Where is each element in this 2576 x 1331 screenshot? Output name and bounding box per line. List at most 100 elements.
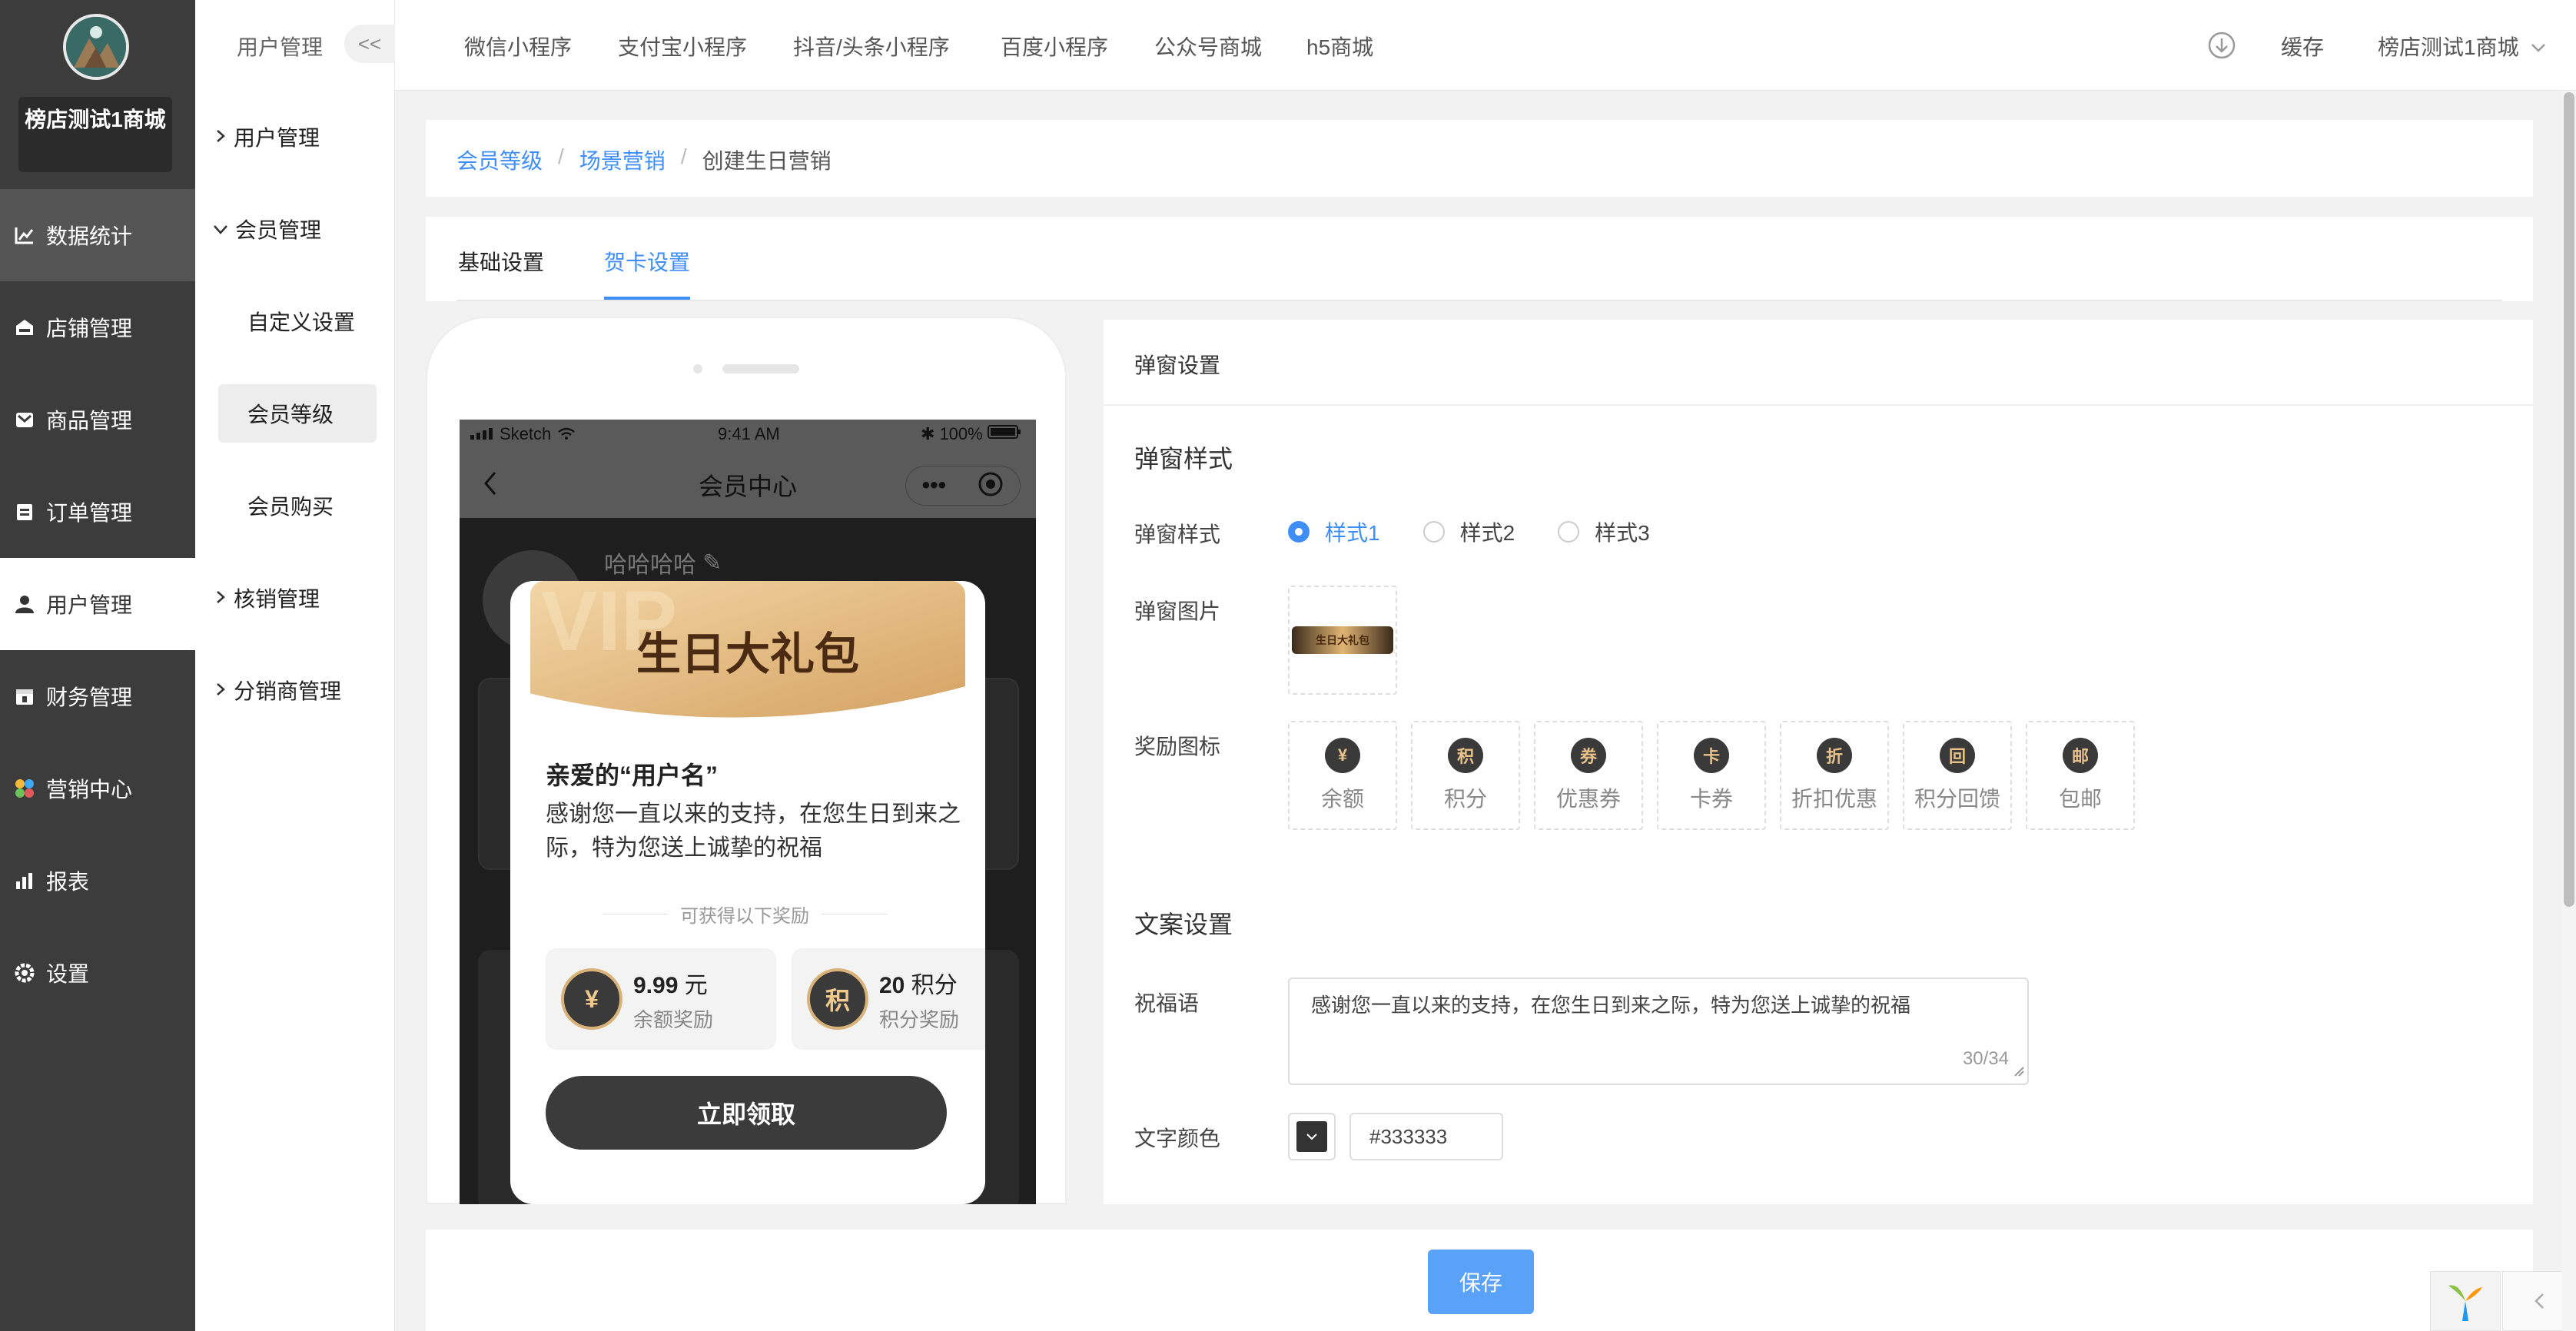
nav-finance[interactable]: 财务管理 bbox=[0, 650, 195, 742]
chevron-down-icon bbox=[2530, 34, 2547, 58]
nav-label: 商品管理 bbox=[46, 409, 133, 433]
subnav-group-member[interactable]: 会员管理 bbox=[212, 214, 321, 244]
color-picker[interactable] bbox=[1288, 1113, 1336, 1160]
tab-alipay[interactable]: 支付宝小程序 bbox=[618, 31, 747, 61]
shop-name[interactable]: 榜店测试1商城 bbox=[18, 97, 172, 172]
capsule-menu[interactable]: ••• bbox=[905, 466, 1021, 506]
nav-data-statistics[interactable]: 数据统计 bbox=[0, 189, 195, 281]
color-hex-input[interactable]: #333333 bbox=[1349, 1113, 1503, 1160]
radio-style-2[interactable]: 样式2 bbox=[1422, 516, 1515, 547]
tab-basic-settings[interactable]: 基础设置 bbox=[458, 246, 544, 277]
tab-baidu[interactable]: 百度小程序 bbox=[1001, 31, 1108, 61]
subnav-item-custom[interactable]: 自定义设置 bbox=[247, 306, 355, 337]
sub-sidebar: 用户管理 << 用户管理 会员管理 自定义设置 会员等级 会员购买 核销管理 分… bbox=[195, 0, 395, 1331]
claim-button[interactable]: 立即领取 bbox=[546, 1076, 947, 1150]
reward-icon-points[interactable]: 积积分 bbox=[1411, 721, 1520, 830]
nav-settings[interactable]: 设置 bbox=[0, 927, 195, 1019]
sub-sidebar-title: 用户管理 bbox=[237, 35, 324, 59]
popup-banner-title: 生日大礼包 bbox=[636, 629, 859, 679]
store-dropdown[interactable]: 榜店测试1商城 bbox=[2378, 31, 2547, 61]
cache-button[interactable]: 缓存 bbox=[2281, 31, 2324, 61]
phone-speaker bbox=[722, 364, 799, 373]
blessing-textarea[interactable]: 感谢您一直以来的支持，在您生日到来之际，特为您送上诚挚的祝福 30/34 bbox=[1288, 978, 2029, 1085]
popup-image-thumbnail: 生日大礼包 bbox=[1292, 626, 1393, 654]
subnav-group-user[interactable]: 用户管理 bbox=[215, 121, 320, 152]
tab-card-settings[interactable]: 贺卡设置 bbox=[604, 246, 690, 277]
phone-camera bbox=[693, 364, 702, 373]
radio-style-1[interactable]: 样式1 bbox=[1288, 516, 1380, 547]
chevron-right-icon bbox=[215, 586, 226, 610]
nav-store[interactable]: 店铺管理 bbox=[0, 281, 195, 373]
reward-icon-free-shipping[interactable]: 邮包邮 bbox=[2026, 721, 2135, 830]
popup-image-upload[interactable]: 生日大礼包 bbox=[1288, 586, 1397, 695]
subnav-group-verify[interactable]: 核销管理 bbox=[215, 583, 320, 613]
panel-header: 弹窗设置 bbox=[1134, 353, 1221, 377]
reward-card: ¥ 9.99 元 余额奖励 bbox=[546, 948, 776, 1050]
reward-icon-coupon[interactable]: 券优惠券 bbox=[1534, 721, 1643, 830]
subnav-group-distributor[interactable]: 分销商管理 bbox=[215, 675, 341, 705]
radio-unchecked-icon bbox=[1558, 521, 1580, 543]
scrollbar-thumb[interactable] bbox=[2564, 92, 2574, 907]
popup-divider: 可获得以下奖励 bbox=[603, 901, 887, 928]
blessing-label: 祝福语 bbox=[1134, 991, 1200, 1015]
breadcrumb-separator: / bbox=[558, 144, 564, 168]
tab-douyin[interactable]: 抖音/头条小程序 bbox=[793, 31, 950, 61]
breadcrumb: 会员等级 / 场景营销 / 创建生日营销 bbox=[426, 120, 2533, 197]
nav-marketing[interactable]: 营销中心 bbox=[0, 742, 195, 835]
finance-icon bbox=[14, 685, 35, 707]
status-time: 9:41 AM bbox=[718, 424, 780, 443]
phone-screen: Sketch 9:41 AM ✱ 100% 会员中心 ••• 哈哈哈哈 ✎ VI… bbox=[460, 420, 1036, 1204]
money-bag-icon: ¥ bbox=[561, 968, 622, 1030]
style-label: 弹窗样式 bbox=[1134, 523, 1221, 546]
settings-panel: 弹窗设置 弹窗样式 弹窗样式 样式1 样式2 样式3 弹窗图片 生日大礼包 奖励… bbox=[1104, 320, 2533, 1204]
top-bar: 微信小程序 支付宝小程序 抖音/头条小程序 百度小程序 公众号商城 h5商城 缓… bbox=[395, 0, 2576, 91]
popup-message: 感谢您一直以来的支持，在您生日到来之际，特为您送上诚挚的祝福 bbox=[546, 802, 961, 861]
nav-goods[interactable]: 商品管理 bbox=[0, 373, 195, 466]
nav-label: 报表 bbox=[46, 870, 90, 894]
nav-report[interactable]: 报表 bbox=[0, 835, 195, 927]
chevron-down-icon bbox=[1306, 1134, 1317, 1140]
marketing-icon bbox=[14, 778, 35, 799]
subnav-item-member-purchase[interactable]: 会员购买 bbox=[247, 490, 334, 521]
image-label: 弹窗图片 bbox=[1134, 599, 1221, 623]
bluetooth-icon: ✱ bbox=[921, 424, 935, 443]
style-radio-group: 样式1 样式2 样式3 bbox=[1288, 516, 1650, 547]
page-tabs: 基础设置 贺卡设置 bbox=[426, 217, 2533, 301]
resize-handle-icon[interactable] bbox=[2013, 1058, 2024, 1082]
yii-logo-icon[interactable] bbox=[2430, 1271, 2501, 1331]
tab-wechat[interactable]: 微信小程序 bbox=[464, 31, 572, 61]
target-icon bbox=[978, 471, 1004, 501]
store-icon bbox=[14, 317, 35, 338]
settings-icon bbox=[14, 962, 35, 984]
chart-icon bbox=[14, 224, 35, 246]
tab-official-account[interactable]: 公众号商城 bbox=[1154, 31, 1262, 61]
popup-greeting: 亲爱的“用户名” bbox=[546, 762, 719, 789]
discount-icon: 折 bbox=[1817, 738, 1852, 773]
chevron-right-icon bbox=[215, 124, 226, 149]
panel-divider bbox=[1104, 404, 2533, 406]
download-icon[interactable] bbox=[2207, 31, 2236, 64]
reward-icon-balance[interactable]: ¥ 余额 bbox=[1288, 721, 1397, 830]
nav-label: 用户管理 bbox=[46, 593, 133, 617]
breadcrumb-member-level[interactable]: 会员等级 bbox=[456, 144, 543, 175]
text-color-label: 文字颜色 bbox=[1134, 1127, 1221, 1150]
subnav-item-member-level[interactable]: 会员等级 bbox=[247, 398, 334, 429]
tab-h5[interactable]: h5商城 bbox=[1306, 31, 1373, 61]
collapse-button[interactable]: << bbox=[344, 25, 395, 63]
save-button[interactable]: 保存 bbox=[1428, 1250, 1534, 1314]
reward-icon-card[interactable]: 卡卡券 bbox=[1657, 721, 1766, 830]
breadcrumb-scene-marketing[interactable]: 场景营销 bbox=[579, 144, 666, 175]
nav-label: 店铺管理 bbox=[46, 317, 133, 340]
order-icon bbox=[14, 501, 35, 523]
report-icon bbox=[14, 870, 35, 891]
reward-icon-discount[interactable]: 折折扣优惠 bbox=[1780, 721, 1889, 830]
shop-logo[interactable] bbox=[63, 14, 129, 80]
nav-order[interactable]: 订单管理 bbox=[0, 466, 195, 558]
bottom-bar: 保存 bbox=[426, 1230, 2533, 1331]
radio-style-3[interactable]: 样式3 bbox=[1558, 516, 1650, 547]
reward-icon-points-feedback[interactable]: 回积分回馈 bbox=[1903, 721, 2012, 830]
chevron-right-icon bbox=[215, 678, 226, 702]
more-icon: ••• bbox=[921, 473, 947, 498]
nav-user[interactable]: 用户管理 bbox=[0, 558, 195, 650]
status-right: ✱ 100% bbox=[921, 424, 1021, 444]
